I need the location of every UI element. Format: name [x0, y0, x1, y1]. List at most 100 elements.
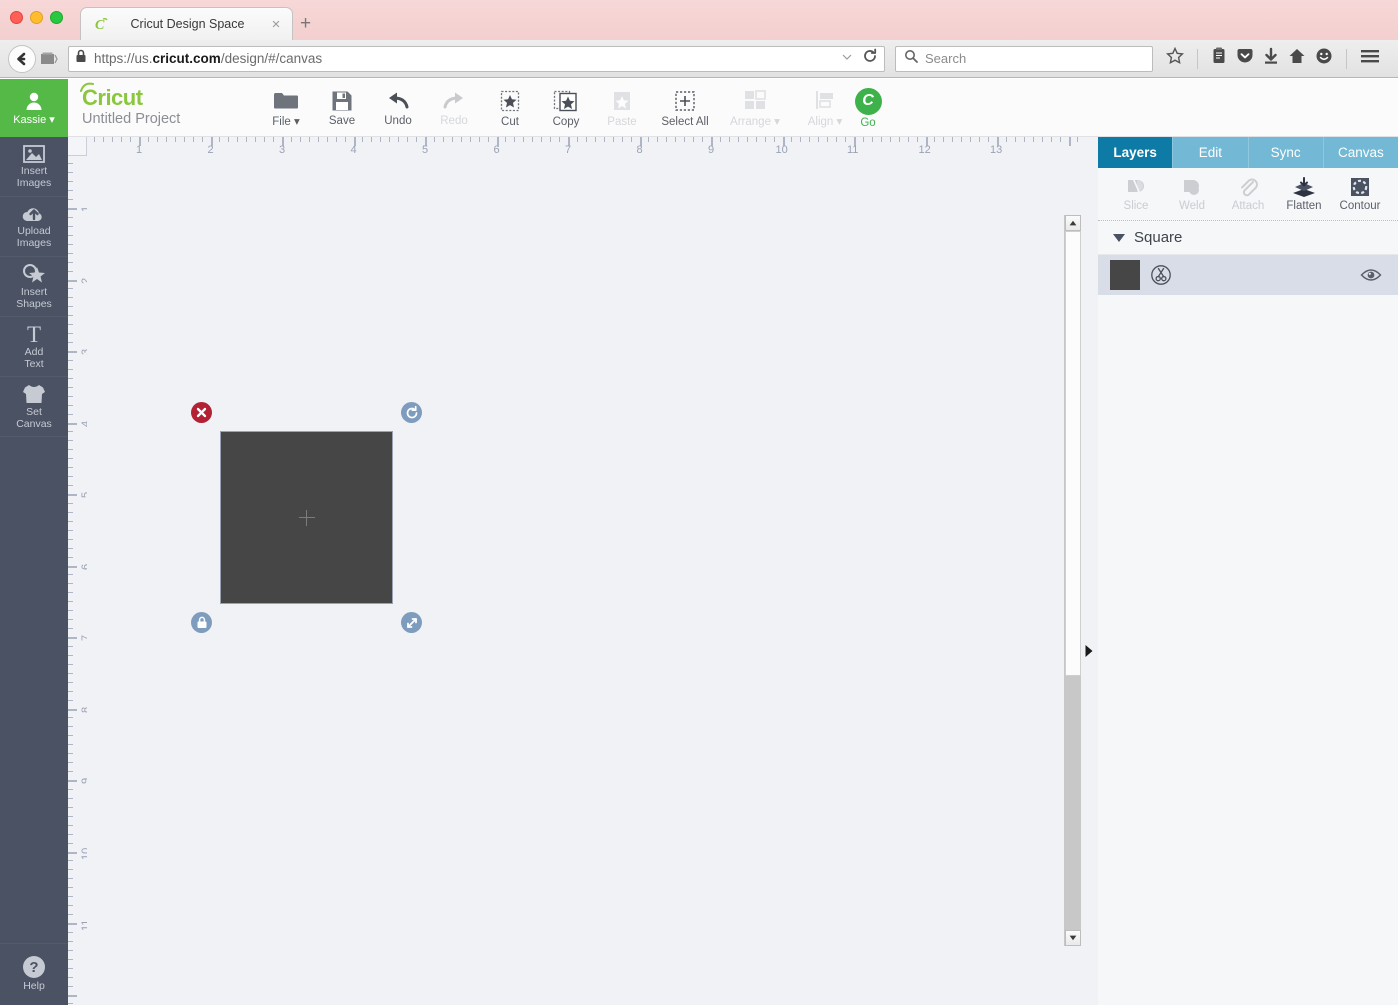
reload-icon[interactable] [862, 48, 878, 69]
ruler-tick [68, 216, 73, 218]
square-shape[interactable] [220, 431, 393, 604]
ruler-tick [344, 137, 346, 142]
rotate-handle[interactable] [401, 402, 422, 423]
vertical-scroll-thumb[interactable] [1065, 231, 1081, 676]
sidebar-item-insert-shapes[interactable]: Insert Shapes [0, 257, 68, 317]
toolbar-button-copy[interactable]: Copy [538, 79, 594, 137]
canvas-surface[interactable] [87, 156, 1062, 986]
op-button-contour[interactable]: Contour [1335, 176, 1385, 212]
sidebar-item-upload-images[interactable]: Upload Images [0, 197, 68, 257]
hamburger-menu-icon[interactable] [1360, 48, 1380, 69]
toolbar-button-undo[interactable]: Undo [370, 79, 426, 137]
download-arrow-icon[interactable] [1263, 47, 1279, 70]
scroll-up-arrow-icon[interactable] [1065, 215, 1081, 231]
layer-group-header[interactable]: Square [1098, 221, 1398, 255]
ruler-tick [68, 717, 73, 719]
ruler-tick [907, 137, 909, 142]
op-button-attach: Attach [1223, 176, 1273, 212]
panel-collapse-toggle[interactable] [1082, 642, 1096, 660]
smiley-icon[interactable] [1315, 47, 1333, 70]
toolbar-button-select-all[interactable]: Select All [650, 79, 720, 137]
go-button[interactable]: C Go [847, 79, 889, 137]
sidebar-item-help[interactable]: ? Help [0, 943, 68, 1005]
pocket-icon[interactable] [1236, 47, 1254, 70]
sidebar-item-insert-images[interactable]: Insert Images [0, 137, 68, 197]
ruler-tick [68, 1003, 73, 1005]
ruler-tick [791, 137, 793, 142]
ruler-tick [68, 351, 77, 353]
reader-icon[interactable] [1211, 47, 1227, 70]
chevron-down-icon[interactable] [1113, 233, 1125, 242]
sidebar-item-add-text[interactable]: T Add Text [0, 317, 68, 377]
toolbar-button-file[interactable]: File ▾ [258, 79, 314, 137]
library-icon[interactable] [36, 46, 62, 72]
window-minimize-button[interactable] [30, 11, 43, 24]
sidebar-item-set-canvas[interactable]: Set Canvas [0, 377, 68, 437]
ruler-tick [68, 878, 73, 880]
toolbar-button-cut[interactable]: Cut [482, 79, 538, 137]
user-account-button[interactable]: Kassie ▾ [0, 79, 68, 137]
ruler-tick [299, 137, 301, 142]
ruler-tick [68, 788, 73, 790]
ruler-label-v: 4 [80, 420, 87, 426]
op-label-flatten: Flatten [1286, 200, 1322, 212]
ruler-label-v: 7 [80, 635, 87, 641]
tab-layers[interactable]: Layers [1098, 137, 1174, 168]
toolbar-button-save[interactable]: Save [314, 79, 370, 137]
ruler-tick [192, 137, 194, 142]
ruler-tick [68, 735, 73, 737]
ruler-tick [68, 699, 73, 701]
delete-handle[interactable] [191, 402, 212, 423]
ruler-tick [68, 467, 73, 469]
tab-sync[interactable]: Sync [1248, 137, 1324, 168]
url-bar[interactable]: https://us.cricut.com/design/#/canvas [68, 45, 885, 72]
ruler-tick [255, 137, 257, 142]
ruler-tick [68, 771, 73, 773]
ruler-tick [68, 431, 73, 433]
cricut-favicon-icon: C [93, 16, 109, 33]
scroll-down-arrow-icon[interactable] [1065, 930, 1081, 946]
op-button-flatten[interactable]: Flatten [1279, 176, 1329, 212]
ruler-tick [68, 243, 73, 245]
ruler-tick [68, 637, 77, 639]
new-tab-button[interactable]: + [300, 14, 311, 33]
browser-tab[interactable]: C Cricut Design Space × [80, 7, 293, 40]
ruler-tick [68, 780, 77, 782]
ruler-tick [371, 137, 373, 142]
back-arrow-icon[interactable] [8, 44, 36, 73]
cut-scissors-icon[interactable] [1150, 264, 1172, 286]
layer-row[interactable] [1098, 255, 1398, 295]
home-icon[interactable] [1288, 47, 1306, 70]
ruler-tick [773, 137, 775, 142]
ruler-tick [630, 137, 632, 142]
lock-handle[interactable] [191, 612, 212, 633]
browser-search-box[interactable]: Search [895, 45, 1153, 72]
chevron-right-icon [1085, 645, 1093, 657]
close-icon[interactable]: × [266, 17, 286, 32]
eye-icon[interactable] [1360, 268, 1382, 282]
window-close-button[interactable] [10, 11, 23, 24]
tab-edit[interactable]: Edit [1173, 137, 1249, 168]
ruler-tick [845, 137, 847, 142]
canvas-vertical-scrollbar[interactable] [1064, 215, 1081, 946]
dropdown-arrow-icon[interactable] [841, 50, 853, 68]
vertical-ruler[interactable]: 1 2 3 4 5 6 7 8 9 10 11 [68, 156, 87, 1005]
toolbar-label-cut: Cut [501, 115, 519, 128]
tab-canvas[interactable]: Canvas [1323, 137, 1398, 168]
resize-handle[interactable] [401, 612, 422, 633]
window-zoom-button[interactable] [50, 11, 63, 24]
star-icon[interactable] [1166, 46, 1184, 70]
layer-color-swatch[interactable] [1110, 260, 1140, 290]
ruler-tick [68, 914, 73, 916]
ruler-tick [862, 137, 864, 142]
ruler-tick [68, 190, 73, 192]
horizontal-ruler[interactable]: 1 2 3 4 5 6 7 8 9 10 11 12 13 [87, 137, 1080, 156]
shapes-icon [23, 263, 45, 283]
ruler-label-v: 8 [80, 706, 87, 712]
ruler-tick [103, 137, 105, 142]
selected-shape-group[interactable] [191, 402, 422, 633]
ruler-tick [621, 137, 623, 142]
vertical-scroll-track[interactable] [1065, 676, 1081, 930]
ruler-tick [68, 753, 73, 755]
ruler-tick [398, 137, 400, 142]
